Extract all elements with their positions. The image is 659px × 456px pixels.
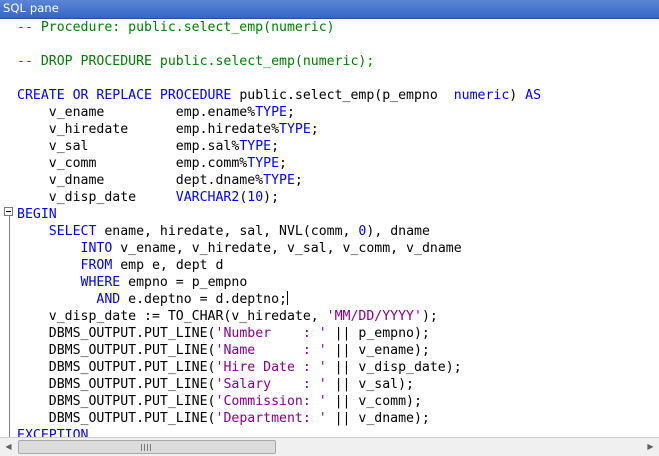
code-token: ; (271, 139, 280, 154)
code-token: e.deptno = d.deptno; (120, 292, 287, 307)
code-token: || p_empno); (326, 326, 430, 341)
code-line[interactable]: DBMS_OUTPUT.PUT_LINE('Department: ' || v… (17, 410, 430, 427)
code-token: BEGIN (17, 207, 57, 222)
code-line[interactable]: EXCEPTION (17, 427, 88, 437)
code-line[interactable]: BEGIN (17, 206, 57, 223)
code-line[interactable]: DBMS_OUTPUT.PUT_LINE('Commission: ' || v… (17, 393, 422, 410)
code-token: empno = p_empno (120, 275, 248, 290)
code-token: AS (525, 88, 542, 103)
code-token: ); (421, 309, 438, 324)
code-token: 'Hire Date : ' (215, 360, 327, 375)
code-token: TYPE (263, 173, 295, 188)
code-token: ; (286, 105, 295, 120)
code-token: 'Name : ' (215, 343, 327, 358)
fold-guide-line (9, 215, 10, 437)
code-token: INTO (80, 241, 113, 256)
code-line[interactable]: -- Procedure: public.select_emp(numeric) (17, 19, 335, 36)
code-token: ename, hiredate, sal, NVL(comm, (96, 224, 359, 239)
code-token: DBMS_OUTPUT.PUT_LINE( (17, 377, 216, 392)
code-token: || v_sal); (326, 377, 414, 392)
code-token: AND (96, 292, 121, 307)
text-caret (286, 291, 288, 305)
code-token: TYPE (279, 122, 311, 137)
code-token: v_comm emp.comm% (17, 156, 248, 171)
code-token: DBMS_OUTPUT.PUT_LINE( (17, 326, 216, 341)
code-token: 'Salary : ' (215, 377, 327, 392)
code-token: VARCHAR2 (175, 190, 240, 205)
code-token: DBMS_OUTPUT.PUT_LINE( (17, 343, 216, 358)
code-token: v_dname dept.dname% (17, 173, 264, 188)
code-token: ), dname (366, 224, 430, 239)
code-line[interactable]: CREATE OR REPLACE PROCEDURE public.selec… (17, 87, 541, 104)
fold-gutter (0, 19, 14, 437)
code-token: -- DROP PROCEDURE public.select_emp(nume… (17, 54, 375, 69)
code-line[interactable]: v_disp_date VARCHAR2(10); (17, 189, 279, 206)
code-line[interactable]: DBMS_OUTPUT.PUT_LINE('Salary : ' || v_sa… (17, 376, 414, 393)
code-token: ); (263, 190, 280, 205)
code-token: v_sal emp.sal% (17, 139, 240, 154)
code-line[interactable]: -- DROP PROCEDURE public.select_emp(nume… (17, 53, 374, 70)
code-token: numeric (453, 88, 510, 103)
code-line[interactable]: DBMS_OUTPUT.PUT_LINE('Name : ' || v_enam… (17, 342, 430, 359)
code-token: DBMS_OUTPUT.PUT_LINE( (17, 411, 216, 426)
code-token: WHERE (80, 275, 121, 290)
code-line[interactable]: DBMS_OUTPUT.PUT_LINE('Hire Date : ' || v… (17, 359, 462, 376)
code-token: DBMS_OUTPUT.PUT_LINE( (17, 360, 216, 375)
code-line[interactable]: AND e.deptno = d.deptno; (17, 291, 288, 308)
code-token: || v_comm); (326, 394, 422, 409)
sql-editor[interactable]: -- Procedure: public.select_emp(numeric)… (0, 19, 659, 437)
scrollbar-thumb[interactable] (18, 440, 276, 454)
code-token: v_disp_date (17, 190, 176, 205)
code-token: ; (294, 173, 303, 188)
code-line[interactable]: v_dname dept.dname%TYPE; (17, 172, 303, 189)
code-token: -- Procedure: public.select_emp(numeric) (17, 20, 335, 35)
code-line[interactable]: v_sal emp.sal%TYPE; (17, 138, 279, 155)
code-line[interactable]: WHERE empno = p_empno (17, 274, 248, 291)
horizontal-scrollbar[interactable]: ◀ ▶ (0, 437, 659, 456)
scroll-right-arrow-icon[interactable]: ▶ (642, 439, 659, 455)
code-line[interactable]: v_ename emp.ename%TYPE; (17, 104, 295, 121)
code-line[interactable]: SELECT ename, hiredate, sal, NVL(comm, 0… (17, 223, 430, 240)
code-token: v_ename emp.ename% (17, 105, 256, 120)
code-token: 10 (247, 190, 264, 205)
scroll-left-arrow-icon[interactable]: ◀ (0, 439, 17, 455)
code-token: v_hiredate emp.hiredate% (17, 122, 280, 137)
code-token: emp e, dept d (112, 258, 224, 273)
code-token: 'Commission: ' (215, 394, 327, 409)
code-token: SELECT (48, 224, 97, 239)
code-token: 'MM/DD/YYYY' (326, 309, 422, 324)
code-token: TYPE (247, 156, 280, 171)
code-token: CREATE OR REPLACE PROCEDURE (17, 88, 232, 103)
pane-title-bar: SQL pane (0, 0, 659, 19)
code-line[interactable]: v_comm emp.comm%TYPE; (17, 155, 287, 172)
code-token: ; (310, 122, 319, 137)
code-line[interactable]: v_hiredate emp.hiredate%TYPE; (17, 121, 319, 138)
code-token: EXCEPTION (17, 428, 89, 437)
code-token: || v_disp_date); (326, 360, 462, 375)
code-token: ; (279, 156, 287, 171)
code-line[interactable]: DBMS_OUTPUT.PUT_LINE('Number : ' || p_em… (17, 325, 430, 342)
code-token: || v_dname); (326, 411, 430, 426)
code-token: TYPE (239, 139, 272, 154)
code-token: TYPE (255, 105, 287, 120)
code-line[interactable]: INTO v_ename, v_hiredate, v_sal, v_comm,… (17, 240, 462, 257)
grip-icon (141, 444, 151, 451)
code-token: FROM (80, 258, 113, 273)
pane-title: SQL pane (3, 1, 59, 15)
code-token: 'Number : ' (215, 326, 327, 341)
code-token: v_ename, v_hiredate, v_sal, v_comm, v_dn… (112, 241, 462, 256)
code-token: || v_ename); (326, 343, 430, 358)
code-token: DBMS_OUTPUT.PUT_LINE( (17, 394, 216, 409)
code-token: ) (509, 88, 526, 103)
code-token: public.select_emp(p_empno (231, 88, 454, 103)
code-token: 'Department: ' (215, 411, 327, 426)
code-line[interactable]: FROM emp e, dept d (17, 257, 224, 274)
code-token: v_disp_date := TO_CHAR(v_hiredate, (17, 309, 327, 324)
code-line[interactable]: v_disp_date := TO_CHAR(v_hiredate, 'MM/D… (17, 308, 438, 325)
